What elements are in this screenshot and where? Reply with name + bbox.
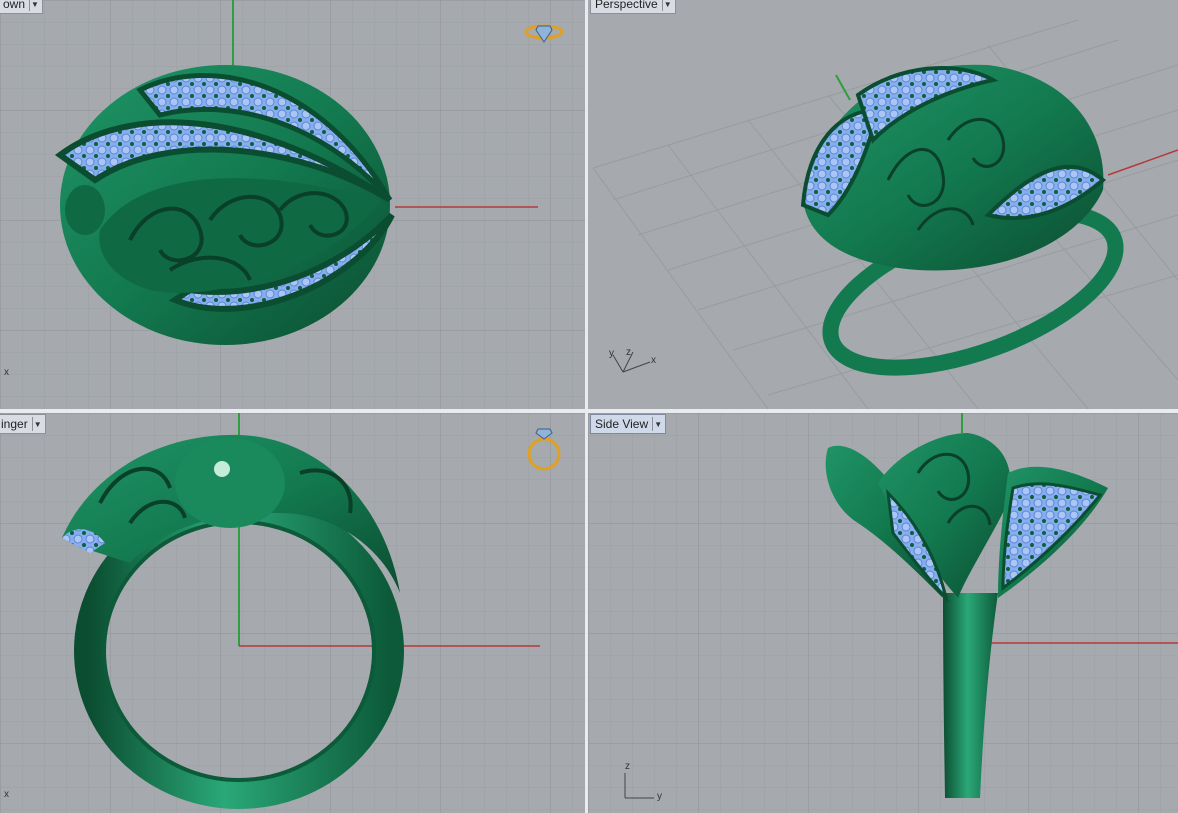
chevron-down-icon[interactable]: ▼ bbox=[31, 417, 43, 431]
viewport-divider-horizontal[interactable] bbox=[0, 409, 1178, 413]
z-axis-label: z bbox=[625, 761, 630, 772]
viewport-front-title: inger bbox=[1, 417, 28, 431]
viewport-top-label[interactable]: own ▼ bbox=[0, 0, 44, 14]
viewport-front-scene bbox=[0, 413, 585, 813]
ring-top-icon bbox=[524, 24, 564, 43]
ring-front-icon bbox=[527, 428, 561, 471]
y-axis-label: y bbox=[657, 791, 662, 802]
y-axis-label: y bbox=[609, 348, 614, 359]
viewport-side-label[interactable]: Side View ▼ bbox=[590, 414, 667, 434]
viewport-top[interactable]: own ▼ x bbox=[0, 0, 585, 409]
viewport-perspective-scene bbox=[588, 0, 1178, 409]
viewport-perspective[interactable]: Perspective ▼ y z x bbox=[588, 0, 1178, 409]
viewport-side-scene bbox=[588, 413, 1178, 813]
viewport-perspective-title: Perspective bbox=[595, 0, 658, 11]
viewport-top-scene bbox=[0, 0, 585, 409]
chevron-down-icon[interactable]: ▼ bbox=[29, 0, 40, 11]
ring-model-top bbox=[54, 65, 395, 345]
viewport-top-title: own bbox=[3, 0, 26, 11]
viewport-divider-vertical[interactable] bbox=[585, 0, 588, 813]
viewport-front[interactable]: inger ▼ x bbox=[0, 413, 585, 813]
x-axis-label: x bbox=[651, 355, 656, 366]
viewport-side[interactable]: Side View ▼ z y bbox=[588, 413, 1178, 813]
x-axis-label: x bbox=[4, 789, 9, 800]
viewport-side-title: Side View bbox=[595, 417, 649, 431]
chevron-down-icon[interactable]: ▼ bbox=[661, 0, 673, 11]
chevron-down-icon[interactable]: ▼ bbox=[652, 417, 663, 431]
x-axis-label: x bbox=[4, 367, 9, 378]
viewport-front-label[interactable]: inger ▼ bbox=[0, 414, 46, 434]
z-axis-label: z bbox=[626, 347, 631, 358]
viewport-perspective-label[interactable]: Perspective ▼ bbox=[590, 0, 676, 14]
